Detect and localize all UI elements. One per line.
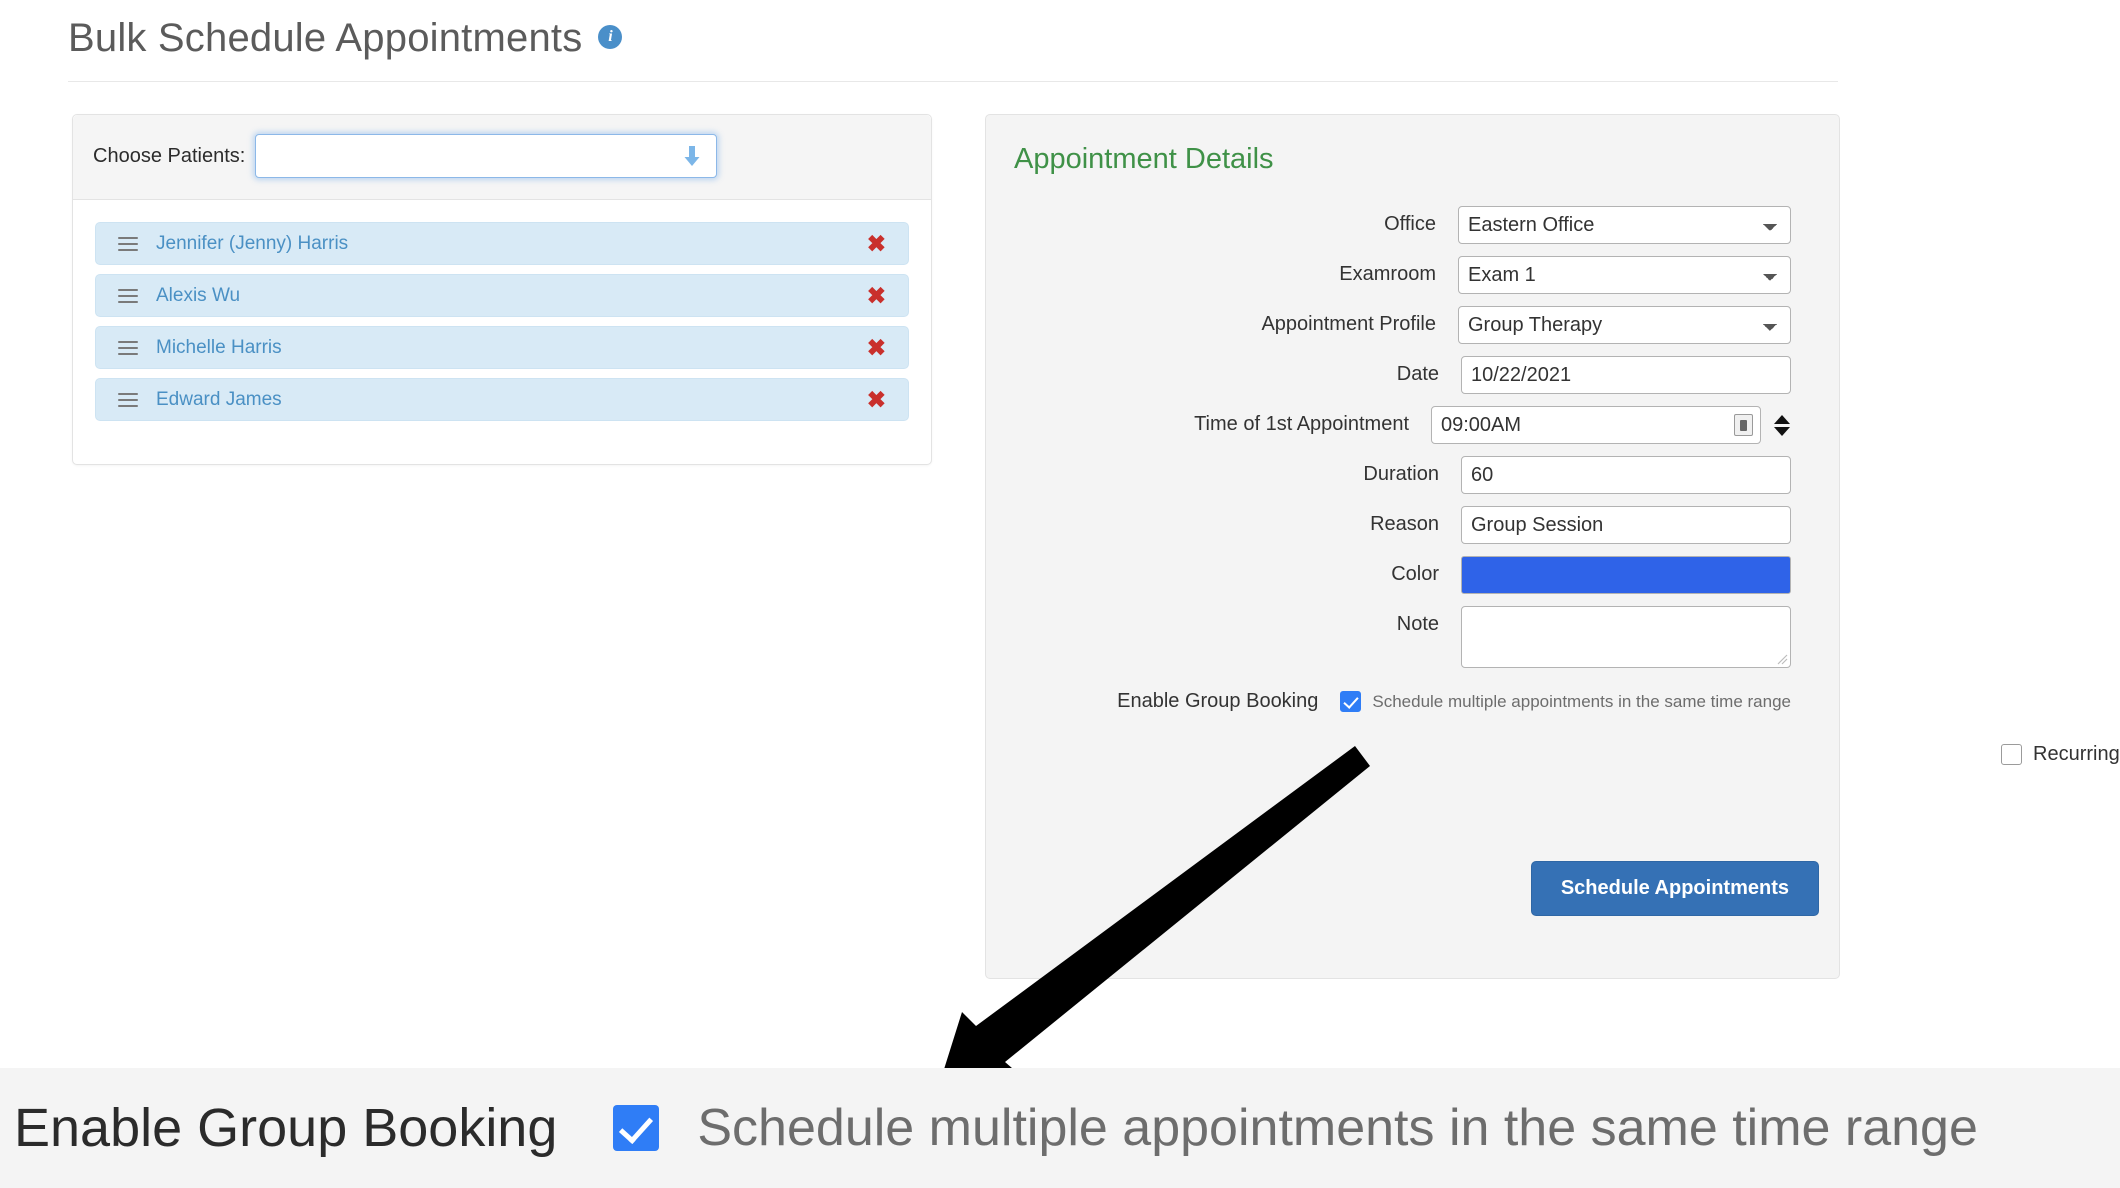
resize-grip-icon[interactable] — [1775, 652, 1788, 665]
list-item[interactable]: Edward James ✖ — [95, 378, 909, 421]
choose-patients-label: Choose Patients: — [93, 144, 246, 167]
down-arrow-icon — [684, 146, 700, 166]
appointment-profile-select[interactable]: Group Therapy — [1458, 306, 1791, 344]
form-row-time: Time of 1st Appointment — [986, 406, 1791, 444]
enable-group-booking-label: Enable Group Booking — [1117, 690, 1319, 712]
form-row-appointment-profile: Appointment Profile Group Therapy — [986, 306, 1791, 344]
recurring-appointment-row: Recurring Appointment — [986, 743, 2120, 766]
reason-input[interactable] — [1461, 506, 1791, 544]
color-swatch[interactable] — [1461, 556, 1791, 594]
patients-panel: Choose Patients: Jennifer (Jenny) Harris… — [72, 114, 932, 465]
date-label: Date — [1396, 363, 1439, 385]
duration-input[interactable] — [1461, 456, 1791, 494]
magnified-callout-strip: Enable Group Booking Schedule multiple a… — [0, 1068, 2120, 1188]
time-input[interactable] — [1431, 406, 1761, 444]
enable-group-booking-checkbox[interactable] — [1340, 691, 1362, 712]
magnified-group-booking-description: Schedule multiple appointments in the sa… — [697, 1099, 1978, 1157]
close-x-icon[interactable]: ✖ — [867, 284, 886, 307]
submit-area: Schedule Appointments — [1530, 861, 1819, 916]
examroom-label: Examroom — [1339, 263, 1436, 285]
form-row-reason: Reason — [986, 506, 1791, 544]
list-item[interactable]: Alexis Wu ✖ — [95, 274, 909, 317]
note-textarea[interactable] — [1461, 606, 1791, 668]
choose-patients-select[interactable] — [255, 134, 718, 178]
spinner-down-arrow-icon[interactable] — [1774, 426, 1790, 436]
recurring-appointment-label: Recurring Appointment — [2033, 743, 2120, 765]
date-input[interactable] — [1461, 356, 1791, 394]
patients-panel-header: Choose Patients: — [73, 115, 931, 200]
schedule-appointments-button[interactable]: Schedule Appointments — [1530, 861, 1819, 916]
form-row-office: Office Eastern Office — [986, 206, 1791, 244]
enable-group-booking-row: Enable Group Booking Schedule multiple a… — [986, 690, 1791, 713]
form-row-examroom: Examroom Exam 1 — [986, 256, 1791, 294]
info-circle-icon[interactable]: i — [598, 25, 623, 49]
form-row-note: Note — [986, 606, 1791, 668]
reason-label: Reason — [1370, 513, 1439, 535]
page-title: Bulk Schedule Appointments — [68, 16, 583, 60]
time-of-first-appointment-label: Time of 1st Appointment — [1194, 413, 1409, 435]
patient-name[interactable]: Jennifer (Jenny) Harris — [156, 233, 348, 255]
form-row-duration: Duration — [986, 456, 1791, 494]
list-item[interactable]: Jennifer (Jenny) Harris ✖ — [95, 222, 909, 265]
recurring-appointment-checkbox[interactable] — [2001, 744, 2022, 765]
page-root: Bulk Schedule Appointments i Choose Patie… — [0, 0, 2120, 1188]
magnified-checked-checkbox-icon[interactable] — [613, 1105, 660, 1151]
examroom-select[interactable]: Exam 1 — [1458, 256, 1791, 294]
time-picker-icon[interactable] — [1734, 414, 1753, 436]
patient-name[interactable]: Alexis Wu — [156, 285, 240, 307]
duration-label: Duration — [1363, 463, 1439, 485]
office-select[interactable]: Eastern Office — [1458, 206, 1791, 244]
drag-handle-icon[interactable] — [118, 392, 138, 407]
selected-patients-list: Jennifer (Jenny) Harris ✖ Alexis Wu ✖ Mi… — [73, 200, 931, 464]
spinner-up-arrow-icon[interactable] — [1774, 414, 1790, 424]
list-item[interactable]: Michelle Harris ✖ — [95, 326, 909, 369]
drag-handle-icon[interactable] — [118, 288, 138, 303]
appointment-details-panel: Appointment Details Office Eastern Offic… — [985, 114, 2120, 979]
appointment-profile-label: Appointment Profile — [1261, 313, 1436, 335]
enable-group-booking-description: Schedule multiple appointments in the sa… — [1372, 691, 1791, 711]
magnified-enable-group-booking-label: Enable Group Booking — [14, 1098, 558, 1158]
close-x-icon[interactable]: ✖ — [867, 388, 886, 411]
time-input-wrap — [1431, 406, 1761, 444]
patient-name[interactable]: Edward James — [156, 389, 282, 411]
appointment-form: Office Eastern Office Examroom Exam 1 Ap… — [986, 206, 2120, 766]
note-label: Note — [1396, 613, 1439, 635]
drag-handle-icon[interactable] — [118, 340, 138, 355]
drag-handle-icon[interactable] — [118, 236, 138, 251]
form-row-color: Color — [986, 556, 1791, 594]
patient-name[interactable]: Michelle Harris — [156, 337, 282, 359]
form-row-date: Date — [986, 356, 1791, 394]
color-label: Color — [1391, 563, 1439, 585]
up-down-spinner-icon[interactable] — [1773, 414, 1791, 436]
appointment-details-title: Appointment Details — [1014, 143, 1274, 175]
close-x-icon[interactable]: ✖ — [867, 336, 886, 359]
close-x-icon[interactable]: ✖ — [867, 232, 886, 255]
page-header: Bulk Schedule Appointments i — [68, 10, 1838, 82]
office-label: Office — [1384, 213, 1436, 235]
